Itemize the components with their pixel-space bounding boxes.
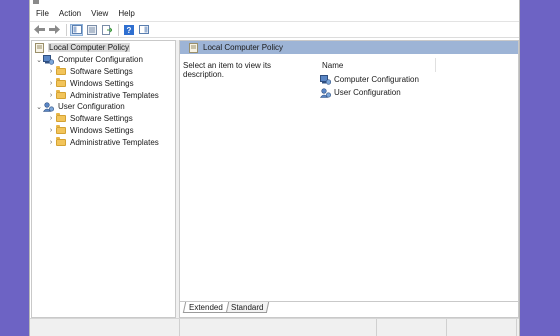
list-item-user-configuration[interactable]: User Configuration	[320, 87, 401, 98]
tree-item-user-configuration[interactable]: ⌄ User Configuration	[32, 101, 175, 113]
column-header-label: Name	[322, 60, 344, 70]
chevron-right-icon[interactable]: ›	[47, 67, 55, 75]
menu-bar: File Action View Help	[30, 6, 519, 20]
back-icon[interactable]	[33, 24, 46, 36]
tree-item-label: User Configuration	[58, 102, 125, 112]
folder-icon	[55, 77, 66, 88]
computer-icon	[43, 54, 54, 65]
folder-icon	[55, 113, 66, 123]
help-icon[interactable]: ?	[122, 24, 135, 36]
chevron-down-icon[interactable]: ⌄	[35, 103, 43, 111]
details-header: Local Computer Policy	[180, 41, 518, 54]
item-list: Name Computer Configuration User Configu…	[316, 54, 518, 301]
properties-icon[interactable]	[85, 24, 98, 36]
tree-item-label: Software Settings	[70, 66, 133, 76]
details-header-title: Local Computer Policy	[203, 43, 284, 52]
chevron-right-icon[interactable]: ›	[47, 79, 55, 87]
toolbar-separator	[118, 23, 119, 36]
tree-item-label: Windows Settings	[70, 125, 134, 135]
user-icon	[320, 87, 331, 98]
folder-icon	[55, 136, 66, 147]
tree-item-label: Administrative Templates	[70, 90, 159, 100]
tab-extended[interactable]: Extended	[182, 302, 229, 313]
tree-item-local-computer-policy[interactable]: Local Computer Policy	[32, 42, 175, 54]
toolbar: ?	[30, 21, 519, 38]
forward-icon[interactable]	[48, 24, 61, 36]
status-cell	[30, 319, 180, 336]
tree-item-computer-administrative-templates[interactable]: › Administrative Templates	[32, 89, 175, 101]
tab-standard[interactable]: Standard	[224, 302, 270, 313]
status-bar	[30, 318, 519, 336]
console-tree-pane: Local Computer Policy ⌄ Computer Configu…	[31, 40, 176, 318]
menu-help[interactable]: Help	[118, 9, 134, 18]
folder-icon	[55, 89, 66, 100]
chevron-right-icon[interactable]: ›	[47, 138, 55, 146]
policy-document-icon	[34, 42, 45, 53]
menu-action[interactable]: Action	[59, 9, 81, 18]
user-icon	[43, 102, 54, 112]
tree-item-label: Software Settings	[70, 114, 133, 124]
toolbar-separator	[66, 23, 67, 36]
folder-icon	[55, 65, 66, 76]
menu-view[interactable]: View	[91, 9, 108, 18]
status-cell	[447, 319, 517, 336]
app-icon	[33, 0, 39, 4]
tree-item-computer-configuration[interactable]: ⌄ Computer Configuration	[32, 54, 175, 66]
tree-item-label: Computer Configuration	[58, 55, 143, 65]
list-item-label: Computer Configuration	[334, 75, 419, 84]
column-header-name[interactable]: Name	[316, 58, 436, 72]
tree-item-label: Local Computer Policy	[48, 43, 131, 53]
view-tabs: Extended Standard	[180, 301, 518, 317]
tree-item-user-windows-settings[interactable]: › Windows Settings	[32, 124, 175, 137]
tree-item-computer-software-settings[interactable]: › Software Settings	[32, 65, 175, 78]
tree-item-computer-windows-settings[interactable]: › Windows Settings	[32, 77, 175, 89]
status-cell	[180, 319, 377, 336]
tree-item-user-software-settings[interactable]: › Software Settings	[32, 113, 175, 125]
status-cell	[377, 319, 447, 336]
description-text: Select an item to view its description.	[183, 61, 272, 79]
policy-document-icon	[188, 42, 199, 53]
folder-icon	[55, 124, 66, 135]
list-item-label: User Configuration	[334, 88, 401, 97]
show-hide-action-pane-icon[interactable]	[137, 24, 150, 36]
chevron-down-icon[interactable]: ⌄	[35, 56, 43, 64]
details-pane: Local Computer Policy Select an item to …	[179, 40, 519, 318]
description-area: Select an item to view its description.	[180, 54, 316, 301]
computer-icon	[320, 74, 331, 85]
list-item-computer-configuration[interactable]: Computer Configuration	[320, 74, 419, 85]
menu-file[interactable]: File	[36, 9, 49, 18]
svg-text:?: ?	[126, 26, 131, 35]
chevron-right-icon[interactable]: ›	[47, 91, 55, 99]
console-tree-icon[interactable]	[70, 23, 83, 36]
tree-item-user-administrative-templates[interactable]: › Administrative Templates	[32, 136, 175, 148]
tree-item-label: Windows Settings	[70, 78, 134, 88]
chevron-right-icon[interactable]: ›	[47, 126, 55, 134]
tree-item-label: Administrative Templates	[70, 137, 159, 147]
chevron-right-icon[interactable]: ›	[47, 115, 55, 123]
export-list-icon[interactable]	[100, 24, 113, 36]
mmc-window: File Action View Help ? Local Computer P…	[29, 0, 520, 336]
